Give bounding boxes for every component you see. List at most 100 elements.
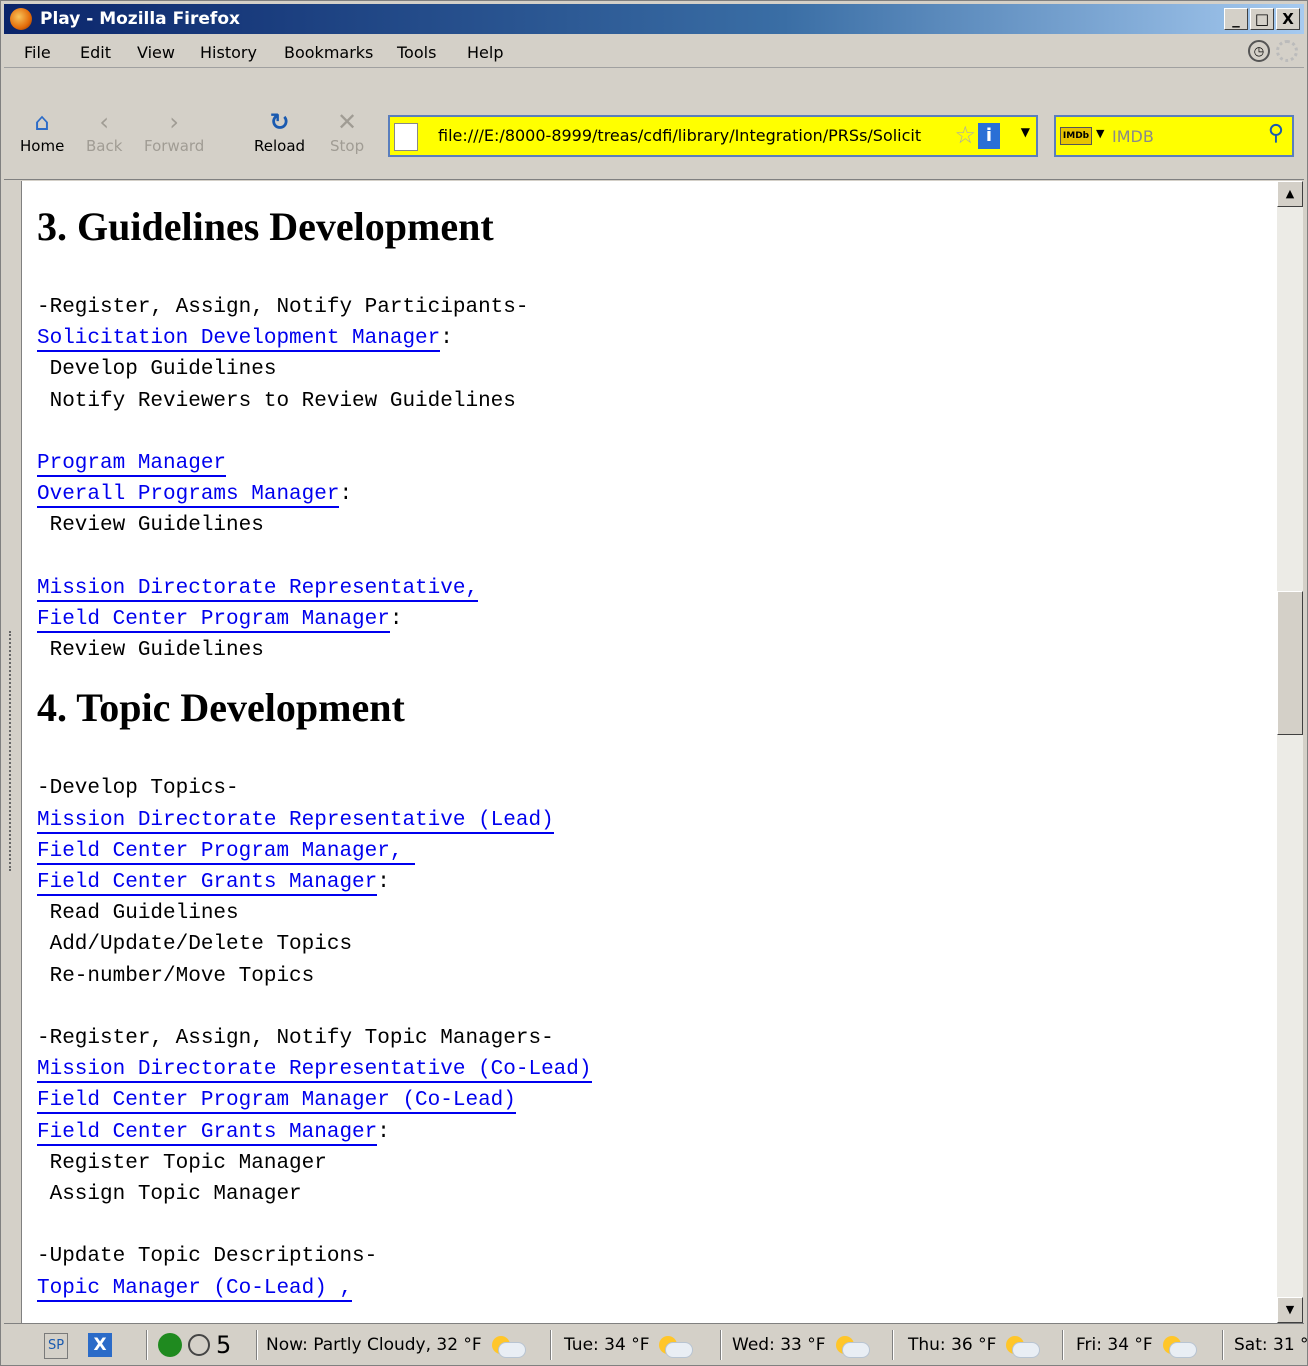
status-bar: SP X 5 Now: Partly Cloudy, 32 °F Tue: 34… bbox=[4, 1323, 1308, 1366]
search-box[interactable]: IMDb ▼ IMDB ⚲ bbox=[1054, 115, 1294, 157]
role-link-line: Mission Directorate Representative (Co-L… bbox=[37, 1058, 592, 1084]
scroll-down-icon[interactable]: ▼ bbox=[1277, 1297, 1303, 1323]
back-button[interactable]: ‹ Back bbox=[86, 109, 122, 155]
role-link[interactable]: Field Center Program Manager bbox=[37, 608, 390, 633]
partly-cloudy-icon bbox=[655, 1334, 694, 1358]
navigation-toolbar: ⌂ Home ‹ Back › Forward ↻ Reload ✕ Stop … bbox=[4, 69, 1304, 180]
page-content: 3. Guidelines Development -Register, Assi… bbox=[21, 181, 1277, 1323]
close-button[interactable]: X bbox=[1276, 8, 1300, 30]
role-link-line: Solicitation Development Manager: bbox=[37, 327, 453, 353]
window-controls: _ □ X bbox=[1224, 8, 1300, 30]
home-button[interactable]: ⌂ Home bbox=[20, 109, 64, 155]
clock-icon[interactable] bbox=[188, 1334, 210, 1356]
text-line: Re-number/Move Topics bbox=[37, 964, 315, 988]
role-link[interactable]: Field Center Grants Manager bbox=[37, 871, 378, 896]
address-bar[interactable]: file:///E:/8000-8999/treas/cdfi/library/… bbox=[388, 115, 1038, 157]
title-bar: Play - Mozilla Firefox _ □ X bbox=[4, 4, 1304, 34]
role-link[interactable]: Field Center Program Manager (Co-Lead) bbox=[37, 1089, 516, 1115]
reload-icon: ↻ bbox=[269, 108, 290, 136]
link-suffix: : bbox=[339, 483, 353, 507]
forecast-tue-text: Tue: 34 °F bbox=[564, 1335, 650, 1355]
forward-label: Forward bbox=[144, 137, 205, 155]
menu-bookmarks[interactable]: Bookmarks bbox=[284, 43, 373, 62]
text-line: Review Guidelines bbox=[37, 639, 264, 663]
role-link[interactable]: Mission Directorate Representative, bbox=[37, 576, 479, 602]
text-line: -Update Topic Descriptions- bbox=[37, 1245, 378, 1269]
reload-button[interactable]: ↻ Reload bbox=[254, 109, 305, 155]
role-link-line: Field Center Program Manager: bbox=[37, 608, 403, 633]
menu-view[interactable]: View bbox=[137, 43, 175, 62]
search-icon[interactable]: ⚲ bbox=[1268, 121, 1284, 146]
menu-file[interactable]: File bbox=[24, 43, 51, 62]
role-link[interactable]: Field Center Grants Manager bbox=[37, 1120, 378, 1146]
reload-label: Reload bbox=[254, 137, 306, 155]
browser-window: Play - Mozilla Firefox _ □ X File Edit V… bbox=[0, 0, 1308, 1366]
search-engine-icon[interactable]: IMDb bbox=[1060, 127, 1092, 145]
sidebar-splitter[interactable] bbox=[9, 631, 15, 871]
weather-now[interactable]: Now: Partly Cloudy, 32 °F bbox=[266, 1330, 526, 1360]
partly-cloudy-icon bbox=[1159, 1334, 1197, 1358]
role-link-line: Field Center Grants Manager: bbox=[37, 871, 390, 896]
section-heading: 3. Guidelines Development bbox=[37, 204, 494, 249]
partly-cloudy-icon bbox=[1002, 1334, 1041, 1358]
forward-button[interactable]: › Forward bbox=[144, 109, 204, 155]
forecast-wed[interactable]: Wed: 33 °F bbox=[732, 1330, 870, 1360]
role-link[interactable]: Mission Directorate Representative (Lead… bbox=[37, 808, 554, 834]
page-icon bbox=[394, 123, 418, 151]
menu-history[interactable]: History bbox=[200, 43, 257, 62]
menu-edit[interactable]: Edit bbox=[80, 43, 111, 62]
text-line: Develop Guidelines bbox=[37, 358, 277, 382]
sp-indicator[interactable]: SP bbox=[44, 1333, 69, 1359]
link-suffix: : bbox=[440, 327, 453, 351]
weather-now-text: Now: Partly Cloudy, 32 °F bbox=[266, 1335, 482, 1355]
url-input[interactable]: file:///E:/8000-8999/treas/cdfi/library/… bbox=[438, 126, 938, 145]
menu-tools[interactable]: Tools bbox=[397, 43, 436, 62]
minimize-button[interactable]: _ bbox=[1224, 8, 1248, 30]
role-link-line: Mission Directorate Representative (Lead… bbox=[37, 808, 554, 834]
role-link-line: Program Manager bbox=[37, 452, 227, 477]
role-link-line: Field Center Program Manager (Co-Lead) bbox=[37, 1089, 516, 1115]
role-link[interactable]: Overall Programs Manager bbox=[37, 483, 340, 509]
stop-button[interactable]: ✕ Stop bbox=[330, 109, 364, 155]
text-line: -Register, Assign, Notify Topic Managers… bbox=[37, 1027, 554, 1050]
link-suffix: : bbox=[389, 608, 403, 631]
text-line: Read Guidelines bbox=[37, 902, 239, 926]
info-icon[interactable]: i bbox=[978, 123, 1000, 149]
scroll-up-icon[interactable]: ▲ bbox=[1277, 181, 1303, 207]
text-line: Review Guidelines bbox=[37, 514, 264, 538]
role-link[interactable]: Mission Directorate Representative (Co-L… bbox=[37, 1058, 592, 1084]
forecast-fri-text: Fri: 34 °F bbox=[1076, 1335, 1153, 1355]
maximize-button[interactable]: □ bbox=[1250, 8, 1274, 30]
forecast-wed-text: Wed: 33 °F bbox=[732, 1335, 826, 1355]
back-label: Back bbox=[86, 137, 123, 155]
bookmark-star-icon[interactable]: ☆ bbox=[954, 121, 976, 149]
forecast-tue[interactable]: Tue: 34 °F bbox=[564, 1330, 694, 1360]
forward-arrow-icon: › bbox=[169, 108, 179, 136]
forecast-sat[interactable]: Sat: 31 ° bbox=[1234, 1330, 1308, 1360]
text-line: -Register, Assign, Notify Participants- bbox=[37, 296, 529, 319]
green-status-icon[interactable] bbox=[158, 1333, 182, 1357]
role-link-line: Topic Manager (Co-Lead) , bbox=[37, 1276, 353, 1302]
role-link[interactable]: Field Center Program Manager, bbox=[37, 839, 416, 865]
role-link[interactable]: Topic Manager (Co-Lead) , bbox=[37, 1276, 353, 1302]
section-heading: 4. Topic Development bbox=[37, 685, 405, 731]
firefox-logo-icon bbox=[10, 8, 32, 30]
home-label: Home bbox=[20, 137, 65, 155]
forecast-thu[interactable]: Thu: 36 °F bbox=[908, 1330, 1041, 1360]
addon-x-icon[interactable]: X bbox=[88, 1333, 112, 1357]
url-dropdown-icon[interactable]: ▼ bbox=[1021, 125, 1030, 139]
forecast-fri[interactable]: Fri: 34 °F bbox=[1076, 1330, 1197, 1360]
link-suffix: : bbox=[377, 1120, 390, 1144]
role-link[interactable]: Program Manager bbox=[37, 452, 227, 477]
scrollbar-thumb[interactable] bbox=[1277, 591, 1303, 735]
text-line: Notify Reviewers to Review Guidelines bbox=[37, 389, 516, 413]
role-link[interactable]: Solicitation Development Manager bbox=[37, 327, 441, 353]
profile-icon[interactable]: ◷ bbox=[1248, 40, 1270, 62]
engine-dropdown-icon[interactable]: ▼ bbox=[1096, 127, 1104, 140]
text-line: Assign Topic Manager bbox=[37, 1183, 302, 1206]
partly-cloudy-icon bbox=[488, 1334, 526, 1358]
role-link-line: Overall Programs Manager: bbox=[37, 483, 353, 509]
search-input[interactable]: IMDB bbox=[1112, 127, 1154, 146]
menu-help[interactable]: Help bbox=[467, 43, 503, 62]
vertical-scrollbar[interactable]: ▲ ▼ bbox=[1277, 181, 1303, 1323]
